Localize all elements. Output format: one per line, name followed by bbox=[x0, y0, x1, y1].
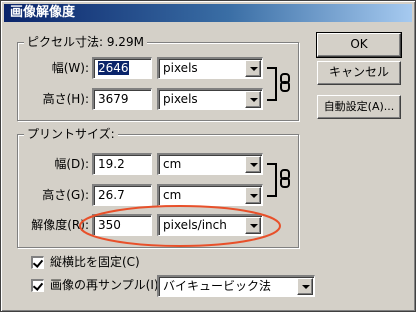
resample-method-select[interactable]: バイキュービック法 bbox=[157, 275, 315, 297]
image-size-dialog: 画像解像度 ピクセル寸法: 9.29M 幅(W): 2646 pixels 高さ… bbox=[0, 0, 416, 312]
ok-button[interactable]: OK bbox=[316, 32, 402, 58]
chain-link-icon bbox=[280, 169, 290, 188]
cancel-button[interactable]: キャンセル bbox=[317, 61, 401, 85]
pixel-width-unit-value: pixels bbox=[163, 61, 198, 75]
pixel-dimensions-legend: ピクセル寸法: 9.29M bbox=[24, 35, 147, 49]
pixel-height-label: 高さ(H): bbox=[42, 92, 89, 106]
pixel-height-input[interactable]: 3679 bbox=[92, 88, 152, 110]
print-width-unit-select[interactable]: cm bbox=[157, 153, 263, 175]
pixel-width-unit-select[interactable]: pixels bbox=[157, 57, 263, 79]
window-title: 画像解像度 bbox=[10, 5, 76, 20]
pixel-height-unit-select[interactable]: pixels bbox=[157, 88, 263, 110]
constrain-proportions-checkbox[interactable] bbox=[31, 256, 44, 269]
pixel-width-label: 幅(W): bbox=[51, 61, 89, 75]
highlight-ellipse bbox=[79, 205, 281, 247]
chevron-down-icon[interactable] bbox=[245, 91, 261, 108]
pixel-width-input[interactable]: 2646 bbox=[92, 57, 152, 79]
chevron-down-icon[interactable] bbox=[245, 156, 261, 173]
print-width-input[interactable]: 19.2 bbox=[92, 153, 152, 175]
resample-checkbox[interactable] bbox=[31, 279, 44, 292]
auto-button[interactable]: 自動設定(A)... bbox=[317, 95, 401, 119]
resample-method-value: バイキュービック法 bbox=[163, 279, 272, 293]
pixel-height-unit-value: pixels bbox=[163, 92, 198, 106]
pixel-link-bracket bbox=[267, 67, 277, 101]
title-bar: 画像解像度 bbox=[4, 4, 412, 22]
resample-label: 画像の再サンプル(I): bbox=[50, 278, 163, 292]
print-size-legend: プリントサイズ: bbox=[24, 127, 118, 141]
print-link-bracket bbox=[267, 163, 277, 197]
print-width-unit-value: cm bbox=[163, 157, 182, 171]
print-width-label: 幅(D): bbox=[54, 157, 89, 171]
chevron-down-icon[interactable] bbox=[245, 60, 261, 77]
chevron-down-icon[interactable] bbox=[297, 278, 313, 295]
chain-link-icon bbox=[280, 73, 290, 92]
constrain-proportions-label: 縦横比を固定(C) bbox=[50, 255, 140, 269]
